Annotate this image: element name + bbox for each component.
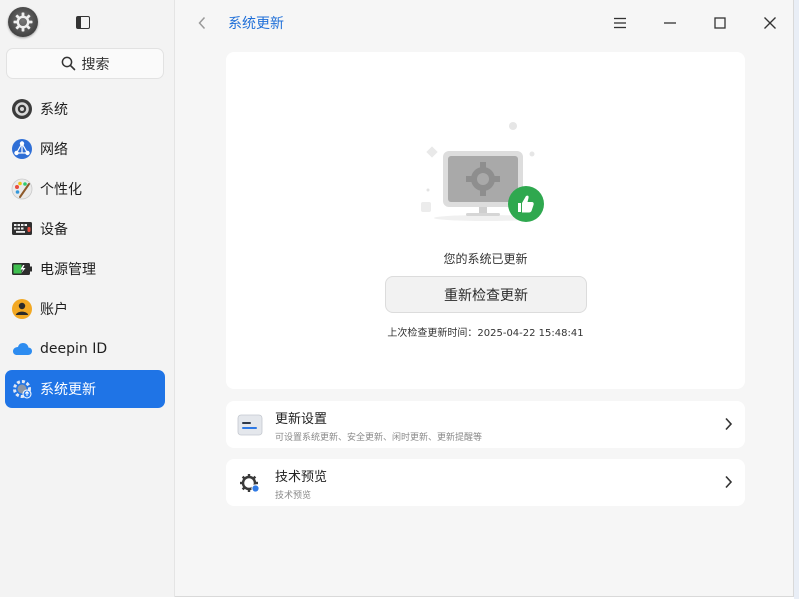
update-status-card: 您的系统已更新 重新检查更新 上次检查更新时间：2025-04-22 15:48… bbox=[226, 52, 745, 389]
row-title: 技术预览 bbox=[275, 470, 328, 485]
sidebar-item-power[interactable]: 电源管理 bbox=[5, 250, 165, 288]
sidebar-item-account[interactable]: 账户 bbox=[5, 290, 165, 328]
status-message: 您的系统已更新 bbox=[443, 252, 528, 266]
system-up-to-date-illustration bbox=[421, 122, 544, 222]
minimize-button[interactable] bbox=[659, 12, 681, 34]
sidebar-item-deepin-id[interactable]: deepin ID bbox=[5, 330, 165, 368]
chevron-right-icon bbox=[725, 475, 733, 489]
device-icon bbox=[11, 218, 33, 240]
recheck-update-button[interactable]: 重新检查更新 bbox=[385, 276, 587, 313]
desktop-background bbox=[794, 0, 799, 599]
sidebar: 搜索 系统 网络 个性化 设备 电源管理 账户 deepin ID 系统更新 bbox=[0, 0, 175, 597]
sidebar-item-network[interactable]: 网络 bbox=[5, 130, 165, 168]
sidebar-item-label: 系统更新 bbox=[40, 382, 96, 398]
sidebar-item-label: 电源管理 bbox=[40, 262, 96, 278]
search-placeholder: 搜索 bbox=[81, 56, 110, 73]
menu-icon bbox=[614, 17, 626, 29]
personalization-icon bbox=[11, 178, 33, 200]
control-center-app-icon bbox=[8, 7, 38, 37]
sidebar-item-system-update[interactable]: 系统更新 bbox=[5, 370, 165, 408]
chevron-left-icon bbox=[198, 16, 206, 30]
control-center-window: 搜索 系统 网络 个性化 设备 电源管理 账户 deepin ID 系统更新 系… bbox=[0, 0, 794, 597]
close-icon bbox=[764, 17, 776, 29]
network-icon bbox=[11, 138, 33, 160]
page-title: 系统更新 bbox=[228, 16, 284, 32]
account-icon bbox=[11, 298, 33, 320]
sidebar-item-system[interactable]: 系统 bbox=[5, 90, 165, 128]
chevron-right-icon bbox=[725, 417, 733, 431]
back-button[interactable] bbox=[194, 14, 210, 32]
search-input[interactable]: 搜索 bbox=[6, 48, 164, 79]
search-icon bbox=[61, 56, 75, 71]
tech-preview-icon bbox=[237, 471, 263, 495]
update-settings-icon bbox=[237, 413, 263, 437]
sidebar-item-label: 网络 bbox=[40, 142, 68, 158]
sidebar-item-label: 设备 bbox=[40, 222, 68, 238]
menu-button[interactable] bbox=[609, 12, 631, 34]
maximize-icon bbox=[714, 17, 726, 29]
system-icon bbox=[11, 98, 33, 120]
sidebar-toggle-icon[interactable] bbox=[76, 16, 90, 29]
tech-preview-row[interactable]: 技术预览 技术预览 bbox=[226, 459, 745, 506]
sidebar-item-label: 个性化 bbox=[40, 182, 82, 198]
row-subtitle: 可设置系统更新、安全更新、闲时更新、更新提醒等 bbox=[275, 433, 483, 443]
sidebar-item-device[interactable]: 设备 bbox=[5, 210, 165, 248]
sidebar-item-label: 账户 bbox=[40, 302, 68, 318]
sidebar-item-personalization[interactable]: 个性化 bbox=[5, 170, 165, 208]
update-settings-row[interactable]: 更新设置 可设置系统更新、安全更新、闲时更新、更新提醒等 bbox=[226, 401, 745, 448]
sidebar-item-label: 系统 bbox=[40, 102, 68, 118]
minimize-icon bbox=[664, 22, 676, 24]
sidebar-item-label: deepin ID bbox=[40, 341, 108, 357]
maximize-button[interactable] bbox=[709, 12, 731, 34]
update-icon bbox=[11, 378, 33, 400]
last-check-time: 上次检查更新时间：2025-04-22 15:48:41 bbox=[387, 328, 584, 339]
cloud-icon bbox=[11, 338, 33, 360]
close-button[interactable] bbox=[759, 12, 781, 34]
row-title: 更新设置 bbox=[275, 412, 328, 427]
power-icon bbox=[11, 258, 33, 280]
row-subtitle: 技术预览 bbox=[275, 491, 312, 501]
